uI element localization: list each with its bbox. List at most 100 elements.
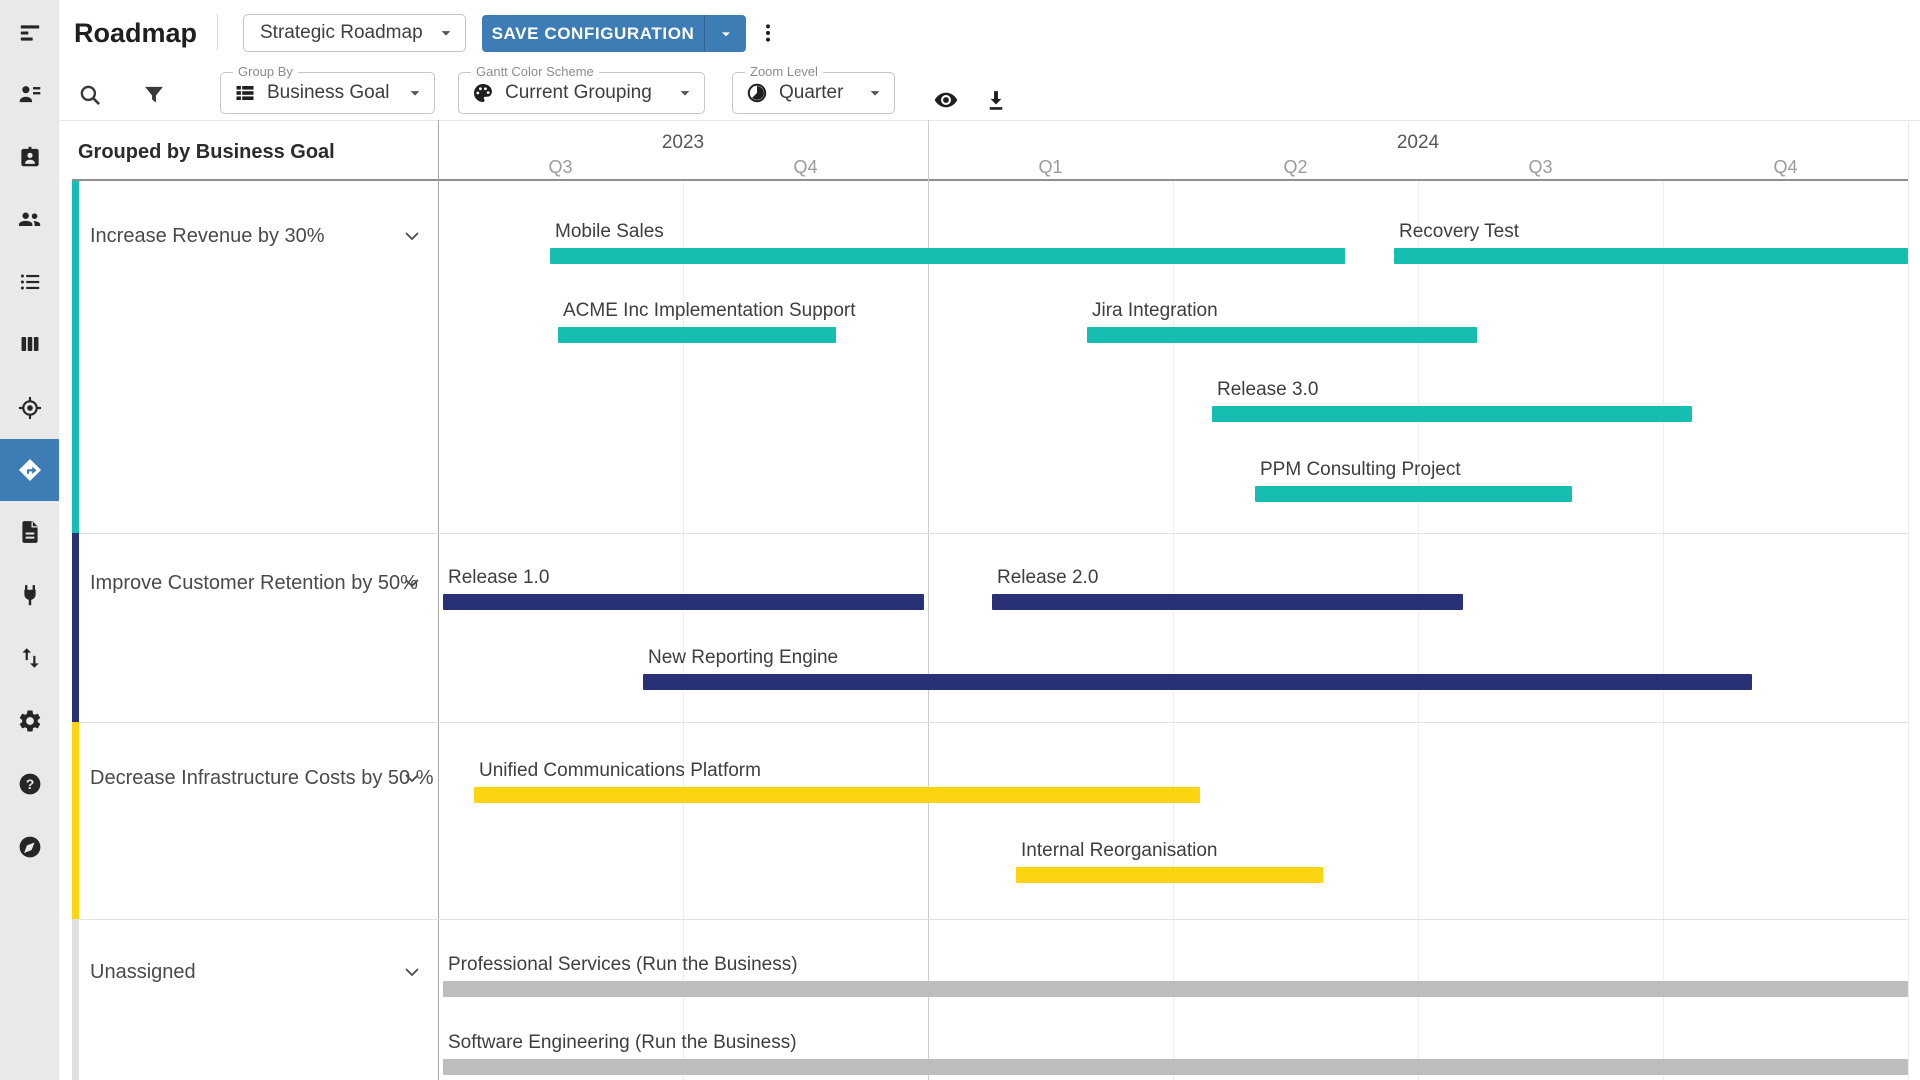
chevron-down-icon xyxy=(400,766,424,790)
save-configuration-button[interactable]: SAVE CONFIGURATION xyxy=(482,15,746,52)
settings-icon xyxy=(17,708,43,734)
gantt-bar[interactable] xyxy=(474,787,1200,803)
page-title: Roadmap xyxy=(74,15,197,51)
chevron-down-icon xyxy=(716,24,736,44)
export-button[interactable] xyxy=(983,87,1009,113)
gantt-bar-label: PPM Consulting Project xyxy=(1260,459,1461,480)
import-export-icon xyxy=(17,645,43,671)
gantt-bar-label: Jira Integration xyxy=(1092,300,1218,321)
target-icon xyxy=(17,395,43,421)
user-list-icon xyxy=(17,81,43,107)
header-underline xyxy=(72,179,1908,181)
gantt-bar-label: Internal Reorganisation xyxy=(1021,840,1217,861)
document-icon xyxy=(17,519,43,545)
collapse-group-button[interactable] xyxy=(400,960,424,984)
logo-icon xyxy=(17,20,43,46)
group-color-strip xyxy=(72,533,79,722)
badge-icon xyxy=(17,144,43,170)
power-icon xyxy=(17,582,43,608)
chart-left-border xyxy=(438,120,439,1080)
gantt-bar[interactable] xyxy=(992,594,1463,610)
zoom-level-value: Quarter xyxy=(779,82,843,104)
gantt-bar[interactable] xyxy=(1016,867,1323,883)
gantt-bar[interactable] xyxy=(443,594,924,610)
group-color-strip xyxy=(72,181,79,533)
chevron-down-icon xyxy=(674,82,696,104)
configuration-select[interactable]: Strategic Roadmap xyxy=(243,14,466,52)
zoom-level-select[interactable]: Zoom Level Quarter xyxy=(732,72,895,114)
sidebar-item-roadmap[interactable] xyxy=(0,439,59,501)
gantt-bar[interactable] xyxy=(1087,327,1477,343)
sidebar-item-settings[interactable] xyxy=(0,690,59,752)
filter-icon xyxy=(141,82,167,108)
svg-text:?: ? xyxy=(25,776,34,792)
preview-button[interactable] xyxy=(933,87,959,113)
columns-icon xyxy=(17,331,43,357)
zoom-level-legend: Zoom Level xyxy=(745,64,823,80)
timeline-quarter: Q4 xyxy=(683,157,928,178)
group-separator xyxy=(72,919,1908,920)
search-icon xyxy=(77,82,103,108)
content-top-border xyxy=(59,120,1920,121)
timeline-quarter: Q2 xyxy=(1173,157,1418,178)
gantt-bar[interactable] xyxy=(443,1059,1908,1075)
explore-icon xyxy=(17,834,43,860)
search-button[interactable] xyxy=(77,82,103,108)
filter-button[interactable] xyxy=(141,82,167,108)
group-label: Decrease Infrastructure Costs by 50 % xyxy=(90,765,433,791)
sidebar-item-badge[interactable] xyxy=(0,126,59,188)
group-label: Unassigned xyxy=(90,959,196,985)
timeline-quarter: Q3 xyxy=(1418,157,1663,178)
collapse-group-button[interactable] xyxy=(400,766,424,790)
save-configuration-label: SAVE CONFIGURATION xyxy=(482,24,704,44)
collapse-group-button[interactable] xyxy=(400,224,424,248)
sidebar-item-list[interactable] xyxy=(0,251,59,313)
group-by-select[interactable]: Group By Business Goal xyxy=(220,72,435,114)
chevron-down-icon xyxy=(400,571,424,595)
gantt-bar[interactable] xyxy=(1212,406,1692,422)
palette-icon xyxy=(471,81,495,105)
gantt-color-scheme-select[interactable]: Gantt Color Scheme Current Grouping xyxy=(458,72,705,114)
sidebar-item-target[interactable] xyxy=(0,377,59,439)
chevron-down-icon xyxy=(404,82,426,104)
sidebar-item-columns[interactable] xyxy=(0,313,59,375)
sidebar-item-logo[interactable] xyxy=(0,2,59,64)
gantt-bar[interactable] xyxy=(558,327,836,343)
sidebar-item-help[interactable]: ? xyxy=(0,753,59,815)
people-icon xyxy=(17,206,43,232)
group-label: Improve Customer Retention by 50% xyxy=(90,570,418,596)
gantt-bar-label: Professional Services (Run the Business) xyxy=(448,954,798,975)
timeline-year-2023: 2023 xyxy=(438,132,928,154)
group-by-value: Business Goal xyxy=(267,82,390,104)
gantt-bar[interactable] xyxy=(643,674,1752,690)
collapse-group-button[interactable] xyxy=(400,571,424,595)
chevron-down-icon xyxy=(400,224,424,248)
timeline-year-2024: 2024 xyxy=(928,132,1908,154)
group-color-strip xyxy=(72,722,79,919)
sidebar-item-import-export[interactable] xyxy=(0,627,59,689)
sidebar-item-explore[interactable] xyxy=(0,816,59,878)
group-label: Increase Revenue by 30% xyxy=(90,223,325,249)
gantt-bar-label: Release 1.0 xyxy=(448,567,549,588)
gantt-bar[interactable] xyxy=(550,248,1345,264)
sidebar-item-power[interactable] xyxy=(0,564,59,626)
more-options-button[interactable] xyxy=(756,21,780,45)
group-color-strip xyxy=(72,919,79,1080)
year-divider-line xyxy=(928,120,929,1080)
sidebar-item-user-list[interactable] xyxy=(0,63,59,125)
sidebar-item-document[interactable] xyxy=(0,501,59,563)
gantt-bar[interactable] xyxy=(1255,486,1572,502)
gantt-bar[interactable] xyxy=(1394,248,1908,264)
more-vert-icon xyxy=(756,21,780,45)
save-options-dropdown[interactable] xyxy=(705,24,746,44)
group-separator xyxy=(72,722,1908,723)
gantt-bar[interactable] xyxy=(443,981,1908,997)
sidebar: ? xyxy=(0,0,59,1080)
gantt-bar-label: Unified Communications Platform xyxy=(479,760,761,781)
gantt-color-scheme-value: Current Grouping xyxy=(505,82,652,104)
group-panel-header: Grouped by Business Goal xyxy=(78,141,335,164)
roadmap-page: ? Roadmap Strategic Roadmap SAVE CONFIGU… xyxy=(0,0,1920,1080)
gantt-bar-label: Software Engineering (Run the Business) xyxy=(448,1032,797,1053)
title-divider xyxy=(217,14,218,50)
sidebar-item-people[interactable] xyxy=(0,188,59,250)
